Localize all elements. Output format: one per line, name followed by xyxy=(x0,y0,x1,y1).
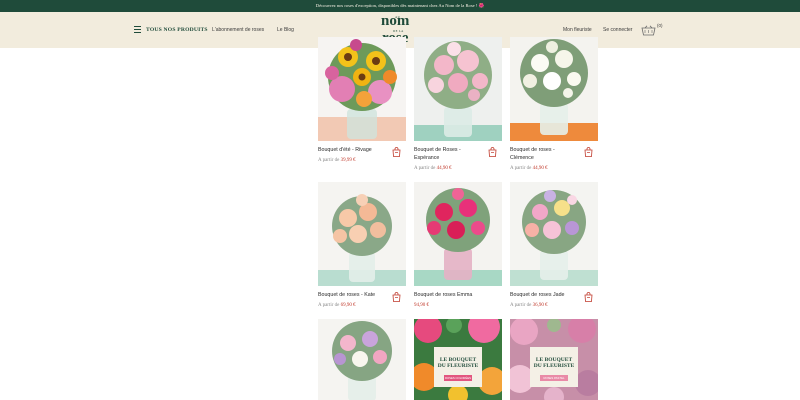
cart-button[interactable]: (0) xyxy=(641,23,665,39)
product-image[interactable] xyxy=(510,37,598,141)
product-price: A partir de 39,99 € xyxy=(318,158,356,163)
product-image[interactable] xyxy=(318,182,406,286)
announcement-text: Découvrez nos roses d'exception, disponi… xyxy=(315,3,485,8)
bouquet-tag: ROSES PASTEL xyxy=(540,375,568,381)
announcement-bar: Découvrez nos roses d'exception, disponi… xyxy=(0,0,800,12)
shopping-bag-icon[interactable] xyxy=(392,292,401,302)
product-title[interactable]: Bouquet d'été - Rivage xyxy=(318,146,386,154)
product-card[interactable]: Bouquet de roses Emma 94,90 € xyxy=(414,182,502,312)
nav-link-blog[interactable]: Le Blog xyxy=(277,27,294,33)
bouquet-tag: ROSES COLORÉES xyxy=(444,375,472,381)
shopping-bag-icon[interactable] xyxy=(584,147,593,157)
price-prefix: A partir de xyxy=(510,303,532,308)
price-amount: 44,90 € xyxy=(532,166,548,171)
product-title[interactable]: Bouquet de roses Emma xyxy=(414,291,482,299)
product-card[interactable]: LE BOUQUET DU FLEURISTE ROSES COLORÉES xyxy=(414,319,502,400)
all-products-label: TOUS NOS PRODUITS xyxy=(146,26,208,33)
product-price: A partir de 44,90 € xyxy=(414,166,452,171)
product-price: A partir de 36,90 € xyxy=(510,303,548,308)
price-prefix: A partir de xyxy=(318,158,340,163)
cart-count: (0) xyxy=(657,23,663,28)
bouquet-label-card: LE BOUQUET DU FLEURISTE ROSES PASTEL xyxy=(530,347,578,387)
product-card[interactable] xyxy=(318,319,406,400)
product-card[interactable]: Bouquet de roses - Clémence A partir de … xyxy=(510,37,598,175)
product-title[interactable]: Bouquet de roses - Kate xyxy=(318,291,386,299)
product-price: A partir de 44,90 € xyxy=(510,166,548,171)
shopping-bag-icon[interactable] xyxy=(392,147,401,157)
product-price: 94,90 € xyxy=(414,303,429,308)
price-prefix: A partir de xyxy=(414,166,436,171)
product-title[interactable]: Bouquet de Roses - Espérance xyxy=(414,146,482,162)
bouquet-label-line: DU FLEURISTE xyxy=(437,363,479,369)
bouquet-label-card: LE BOUQUET DU FLEURISTE ROSES COLORÉES xyxy=(434,347,482,387)
product-image[interactable] xyxy=(318,37,406,141)
bouquet-label-line: DU FLEURISTE xyxy=(533,363,575,369)
product-image[interactable] xyxy=(318,319,406,400)
product-card[interactable]: Bouquet de Roses - Espérance A partir de… xyxy=(414,37,502,175)
product-card[interactable]: LE BOUQUET DU FLEURISTE ROSES PASTEL xyxy=(510,319,598,400)
product-image[interactable] xyxy=(414,37,502,141)
price-amount: 94,90 € xyxy=(414,303,429,308)
product-image[interactable] xyxy=(414,182,502,286)
login-link[interactable]: Se connecter xyxy=(603,27,632,33)
product-card[interactable]: Bouquet de roses - Kate A partir de 69,9… xyxy=(318,182,406,312)
product-price: A partir de 69,90 € xyxy=(318,303,356,308)
price-amount: 69,90 € xyxy=(340,303,356,308)
product-title[interactable]: Bouquet de roses Jade xyxy=(510,291,578,299)
all-products-menu-button[interactable]: TOUS NOS PRODUITS xyxy=(134,26,208,33)
logo-word-au: AU xyxy=(395,15,401,19)
price-prefix: A partir de xyxy=(510,166,532,171)
shopping-bag-icon[interactable] xyxy=(488,147,497,157)
product-card[interactable]: Bouquet d'été - Rivage A partir de 39,99… xyxy=(318,37,406,167)
product-title[interactable]: Bouquet de roses - Clémence xyxy=(510,146,578,162)
shopping-bag-icon[interactable] xyxy=(584,292,593,302)
nav-link-subscription[interactable]: L'abonnement de roses xyxy=(212,27,264,33)
hamburger-icon xyxy=(134,26,141,33)
price-amount: 44,90 € xyxy=(436,166,452,171)
cart-basket-icon xyxy=(641,25,656,36)
price-amount: 39,99 € xyxy=(340,158,356,163)
product-card[interactable]: Bouquet de roses Jade A partir de 36,90 … xyxy=(510,182,598,312)
price-amount: 36,90 € xyxy=(532,303,548,308)
my-florist-link[interactable]: Mon fleuriste xyxy=(563,27,592,33)
product-image[interactable] xyxy=(510,182,598,286)
price-prefix: A partir de xyxy=(318,303,340,308)
